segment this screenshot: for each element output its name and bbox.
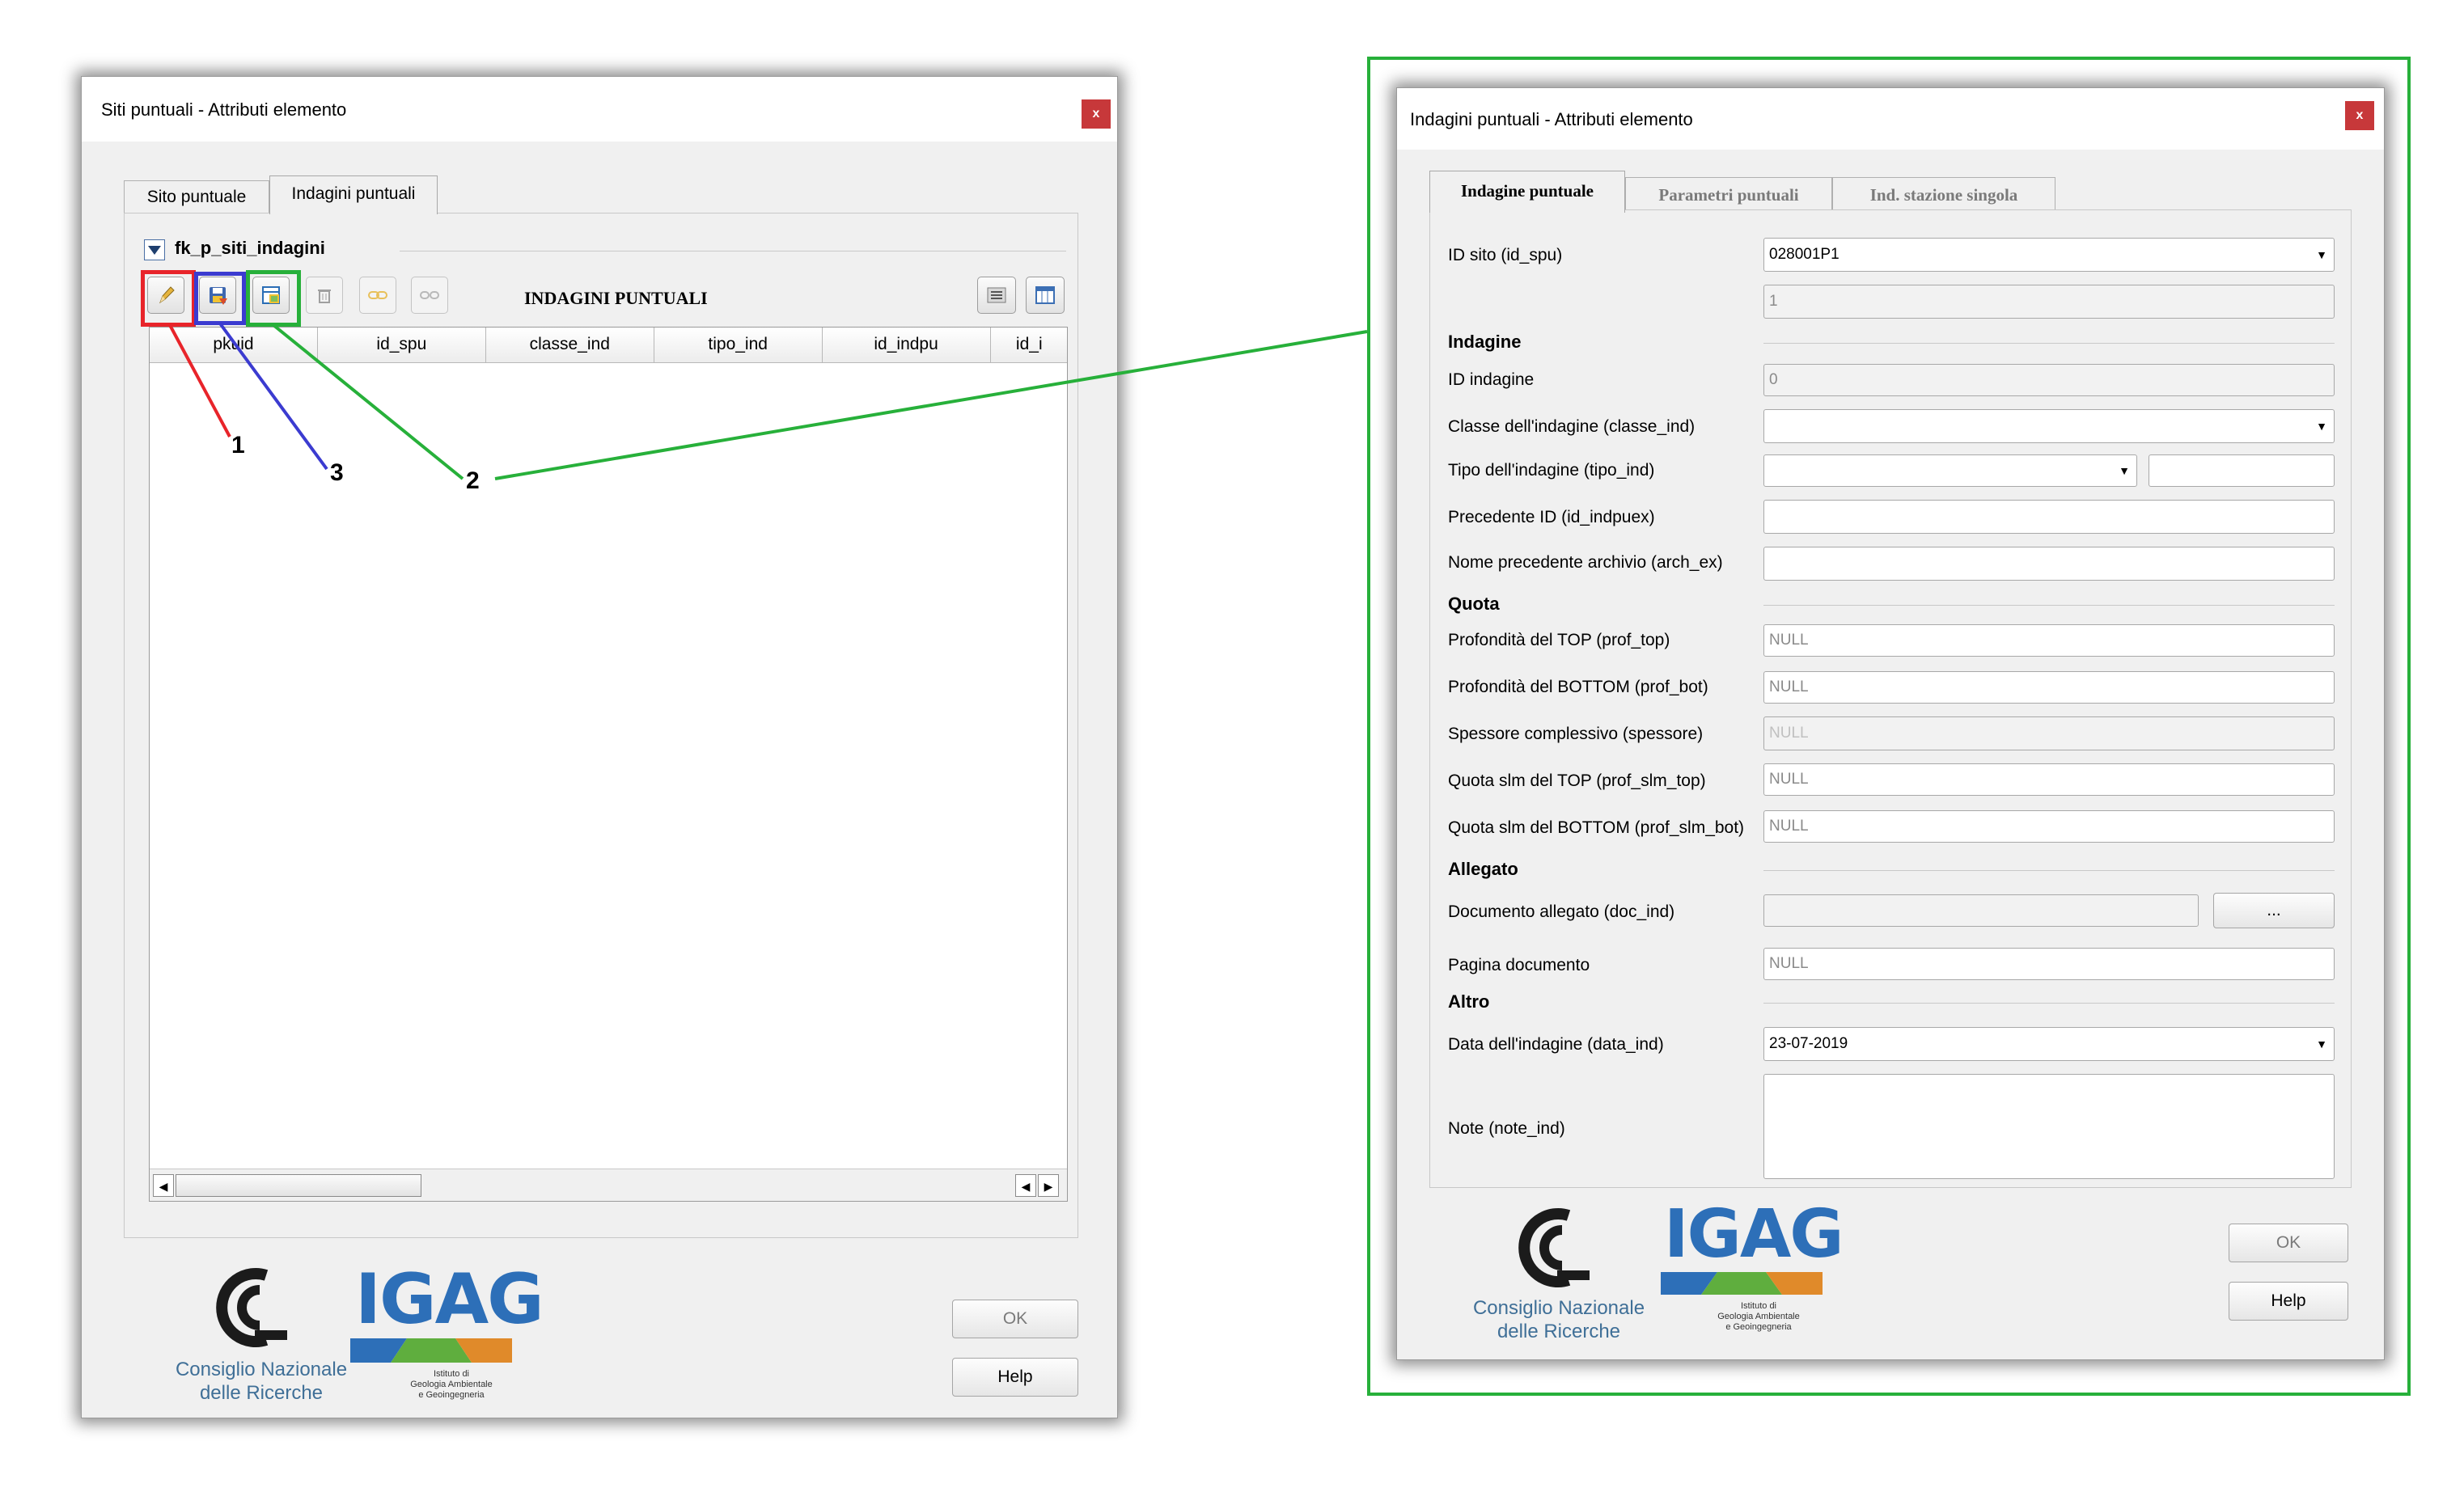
callout-line-1 (168, 324, 231, 437)
tab-indagine-puntuale[interactable]: Indagine puntuale (1429, 171, 1625, 213)
callout-number-1: 1 (231, 432, 245, 459)
callout-lines (168, 322, 1368, 480)
callout-number-3: 3 (330, 459, 344, 486)
callout-number-2: 2 (466, 467, 480, 494)
callout-line-2b (494, 330, 1368, 480)
tab-indagini-puntuali[interactable]: Indagini puntuali (269, 175, 438, 214)
callout-line-2a (272, 323, 464, 480)
